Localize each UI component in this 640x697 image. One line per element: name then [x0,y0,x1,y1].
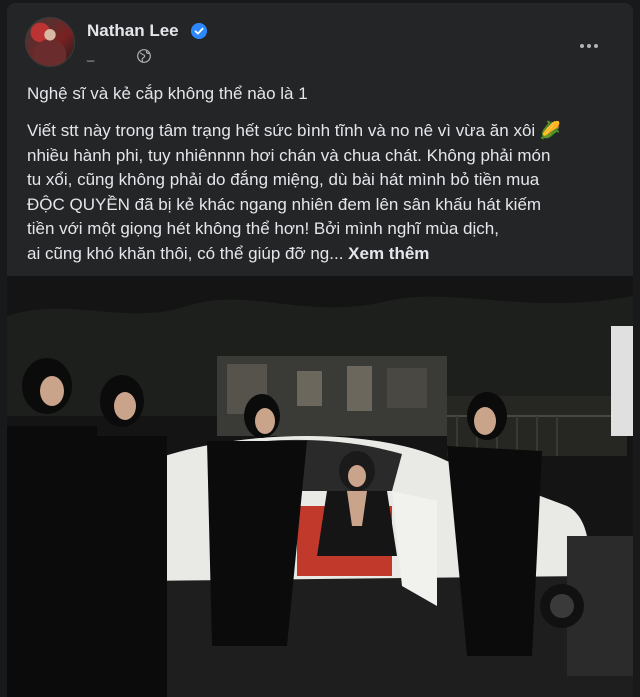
author-name[interactable]: Nathan Lee [87,21,179,41]
globe-icon[interactable] [137,49,151,63]
verified-badge-icon [191,23,207,39]
post-body: Viết stt này trong tâm trạng hết sức bìn… [27,119,617,266]
post-header: Nathan Lee _ [7,3,633,75]
post-card: Nathan Lee _ Nghệ sĩ và kẻ cắp không thể… [7,3,633,697]
see-more-link[interactable]: Xem thêm [348,244,429,263]
body-line: tu xổi, cũng không phải do đắng miệng, d… [27,170,540,189]
body-line-last: ai cũng khó khăn thôi, có thể giúp đỡ ng… [27,242,617,267]
more-options-icon[interactable] [571,27,607,63]
photo-illustration [7,276,633,697]
post-timestamp[interactable]: _ [87,47,95,62]
body-line: nhiều hành phi, tuy nhiênnnn hơi chán và… [27,145,551,165]
post-headline: Nghệ sĩ và kẻ cắp không thể nào là 1 [27,84,308,103]
post-photo[interactable] [7,276,633,697]
body-line: ĐỘC QUYỀN đã bị kẻ khác ngang nhiên đem … [27,194,542,214]
body-line-text: ai cũng khó khăn thôi, có thể giúp đỡ ng… [27,243,344,263]
body-line: tiền với một giọng hét không thể hơn! Bở… [27,219,499,238]
body-line: Viết stt này trong tâm trạng hết sức bìn… [27,121,562,140]
author-avatar[interactable] [25,17,75,67]
